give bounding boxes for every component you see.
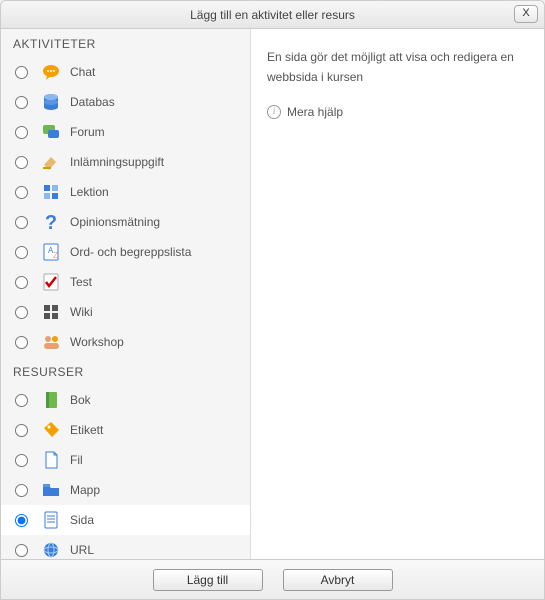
list-item-label: Chat <box>70 65 95 79</box>
list-item[interactable]: Wiki <box>1 297 250 327</box>
database-icon <box>40 91 62 113</box>
list-item-label: Sida <box>70 513 94 527</box>
module-radio[interactable] <box>15 66 28 79</box>
description-panel: En sida gör det möjligt att visa och red… <box>251 29 544 559</box>
module-radio[interactable] <box>15 126 28 139</box>
label-icon <box>40 419 62 441</box>
svg-text:?: ? <box>45 212 57 233</box>
list-item-label: Databas <box>70 95 115 109</box>
module-radio[interactable] <box>15 394 28 407</box>
list-item-label: Forum <box>70 125 105 139</box>
url-icon <box>40 539 62 559</box>
add-button[interactable]: Lägg till <box>153 569 263 591</box>
list-item-label: Bok <box>70 393 91 407</box>
wiki-icon <box>40 301 62 323</box>
module-radio[interactable] <box>15 96 28 109</box>
folder-icon <box>40 479 62 501</box>
module-radio[interactable] <box>15 484 28 497</box>
list-item[interactable]: Test <box>1 267 250 297</box>
lesson-icon <box>40 181 62 203</box>
module-radio[interactable] <box>15 186 28 199</box>
question-icon: ? <box>40 211 62 233</box>
module-description: En sida gör det möjligt att visa och red… <box>267 47 528 88</box>
list-item-label: Etikett <box>70 423 103 437</box>
dialog-title: Lägg till en aktivitet eller resurs <box>190 8 355 22</box>
list-item[interactable]: ? Opinionsmätning <box>1 207 250 237</box>
more-help-link[interactable]: i Mera hjälp <box>267 102 528 122</box>
module-radio[interactable] <box>15 336 28 349</box>
list-item-label: Opinionsmätning <box>70 215 160 229</box>
module-list[interactable]: AKTIVITETER Chat Databas Forum Inlämningsup… <box>1 29 251 559</box>
module-radio[interactable] <box>15 514 28 527</box>
cancel-button[interactable]: Avbryt <box>283 569 393 591</box>
module-radio[interactable] <box>15 544 28 557</box>
list-item[interactable]: Sida <box>1 505 250 535</box>
file-icon <box>40 449 62 471</box>
list-item-label: Mapp <box>70 483 100 497</box>
book-icon <box>40 389 62 411</box>
list-item[interactable]: Forum <box>1 117 250 147</box>
list-item-label: URL <box>70 543 94 557</box>
glossary-icon: AZ <box>40 241 62 263</box>
resources-header: RESURSER <box>1 357 250 385</box>
list-item-label: Inlämningsuppgift <box>70 155 164 169</box>
chat-icon <box>40 61 62 83</box>
list-item[interactable]: Fil <box>1 445 250 475</box>
module-radio[interactable] <box>15 424 28 437</box>
list-item[interactable]: Workshop <box>1 327 250 357</box>
list-item[interactable]: Etikett <box>1 415 250 445</box>
more-help-label: Mera hjälp <box>287 102 343 122</box>
module-radio[interactable] <box>15 306 28 319</box>
assignment-icon <box>40 151 62 173</box>
activities-header: AKTIVITETER <box>1 29 250 57</box>
list-item[interactable]: Databas <box>1 87 250 117</box>
dialog-body: AKTIVITETER Chat Databas Forum Inlämningsup… <box>1 29 544 559</box>
list-item[interactable]: Bok <box>1 385 250 415</box>
list-item[interactable]: Chat <box>1 57 250 87</box>
list-item[interactable]: Lektion <box>1 177 250 207</box>
list-item[interactable]: AZ Ord- och begreppslista <box>1 237 250 267</box>
list-item-label: Workshop <box>70 335 124 349</box>
dialog-footer: Lägg till Avbryt <box>1 559 544 599</box>
module-radio[interactable] <box>15 156 28 169</box>
module-radio[interactable] <box>15 246 28 259</box>
workshop-icon <box>40 331 62 353</box>
list-item-label: Test <box>70 275 92 289</box>
list-item[interactable]: URL <box>1 535 250 559</box>
list-item-label: Ord- och begreppslista <box>70 245 191 259</box>
activity-chooser-dialog: Lägg till en aktivitet eller resurs X AK… <box>0 0 545 600</box>
list-item-label: Lektion <box>70 185 109 199</box>
close-button[interactable]: X <box>514 5 538 23</box>
module-radio[interactable] <box>15 454 28 467</box>
forum-icon <box>40 121 62 143</box>
module-radio[interactable] <box>15 216 28 229</box>
list-item[interactable]: Mapp <box>1 475 250 505</box>
svg-text:Z: Z <box>53 251 58 260</box>
page-icon <box>40 509 62 531</box>
list-item-label: Fil <box>70 453 83 467</box>
list-item[interactable]: Inlämningsuppgift <box>1 147 250 177</box>
list-item-label: Wiki <box>70 305 93 319</box>
dialog-titlebar: Lägg till en aktivitet eller resurs X <box>1 1 544 29</box>
quiz-icon <box>40 271 62 293</box>
module-radio[interactable] <box>15 276 28 289</box>
info-icon: i <box>267 105 281 119</box>
